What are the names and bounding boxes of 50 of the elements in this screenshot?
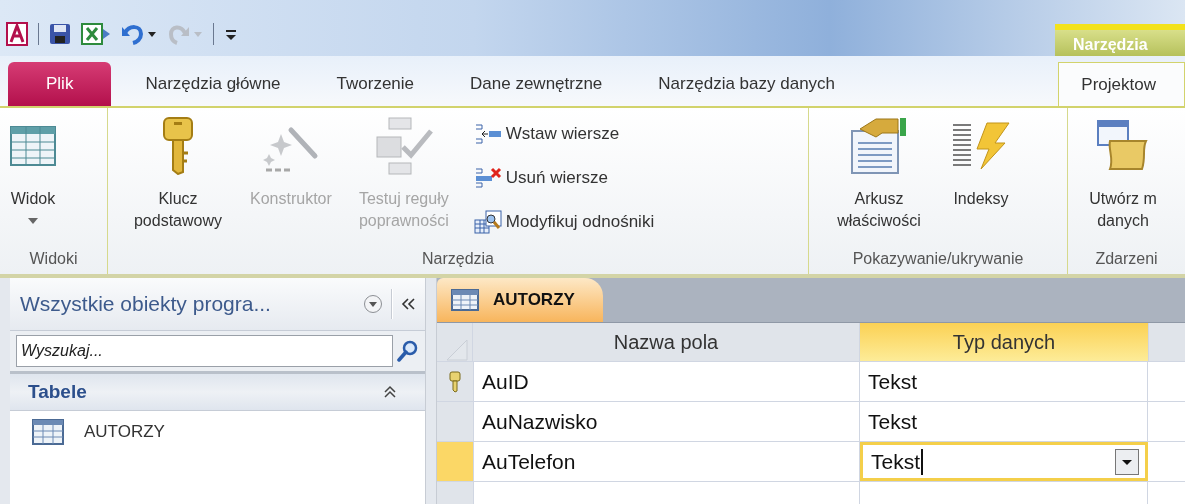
undo-icon[interactable] bbox=[121, 23, 157, 45]
caret-icon bbox=[28, 218, 38, 224]
table-cell[interactable]: AuTelefon bbox=[474, 442, 860, 481]
document-tab[interactable]: AUTORZY bbox=[437, 278, 603, 322]
search-icon[interactable] bbox=[397, 340, 419, 362]
ribbon-button[interactable]: Klucz podstawowy bbox=[114, 114, 242, 250]
ribbon-button[interactable]: Widok bbox=[6, 114, 60, 250]
column-header[interactable]: Typ danych bbox=[860, 323, 1149, 361]
ribbon-button[interactable]: Wstaw wiersze bbox=[471, 114, 657, 154]
key-icon bbox=[162, 117, 194, 175]
table-cell[interactable]: AuNazwisko bbox=[474, 402, 860, 441]
table-cell[interactable]: AuID bbox=[474, 362, 860, 401]
ribbon-tab[interactable]: Dane zewnętrzne bbox=[442, 62, 631, 106]
ribbon-button[interactable]: Modyfikuj odnośniki bbox=[471, 202, 657, 242]
nav-group-header[interactable]: Tabele bbox=[10, 374, 425, 411]
table-icon bbox=[32, 419, 64, 445]
ribbon-group-label: Pokazywanie/ukrywanie bbox=[851, 250, 1025, 269]
table-cell[interactable]: Tekst bbox=[860, 362, 1148, 401]
table-icon bbox=[451, 289, 479, 311]
ribbon-group-label: Widoki bbox=[28, 250, 79, 269]
access-logo-icon[interactable] bbox=[6, 22, 28, 46]
indexes-icon bbox=[951, 121, 1011, 171]
ribbon-group-label: Zdarzeni bbox=[1094, 250, 1159, 269]
ribbon-button[interactable]: Usuń wiersze bbox=[471, 158, 657, 198]
spreadsheet-export-icon[interactable] bbox=[81, 23, 111, 45]
table-view-icon bbox=[10, 126, 56, 166]
customize-menu-icon[interactable] bbox=[224, 27, 238, 41]
ribbon-button[interactable]: Utwórz m danych bbox=[1074, 114, 1172, 250]
lookup-search-icon bbox=[473, 210, 502, 234]
table-cell[interactable]: Tekst bbox=[860, 402, 1148, 441]
collapse-pane-icon[interactable] bbox=[401, 298, 415, 310]
delete-rows-icon bbox=[473, 167, 502, 189]
search-field[interactable]: Wyszukaj... bbox=[16, 335, 393, 367]
contextual-tab-header: Narzędzia bbox=[1055, 24, 1185, 56]
ribbon-tab[interactable]: Projektow bbox=[1058, 62, 1185, 106]
macro-scroll-icon bbox=[1096, 119, 1150, 173]
insert-rows-icon bbox=[473, 123, 502, 145]
type-dropdown[interactable]: Tekst bbox=[860, 442, 1148, 481]
ribbon-button[interactable]: Arkusz właściwości bbox=[815, 114, 943, 250]
save-icon[interactable] bbox=[49, 23, 71, 45]
nav-item[interactable]: AUTORZY bbox=[10, 411, 425, 453]
dropdown-circle-icon[interactable] bbox=[363, 294, 383, 314]
ribbon-tab[interactable]: Plik bbox=[8, 62, 112, 106]
ribbon-tab[interactable]: Narzędzia bazy danych bbox=[630, 62, 864, 106]
key-icon bbox=[449, 370, 461, 393]
ribbon-tab[interactable]: Narzędzia główne bbox=[117, 62, 309, 106]
ribbon-tab[interactable]: Tworzenie bbox=[308, 62, 443, 106]
ribbon-button[interactable]: Indeksy bbox=[947, 114, 1015, 250]
ribbon-group-label: Narzędzia bbox=[421, 250, 495, 269]
validation-flowchart-icon bbox=[374, 117, 433, 175]
